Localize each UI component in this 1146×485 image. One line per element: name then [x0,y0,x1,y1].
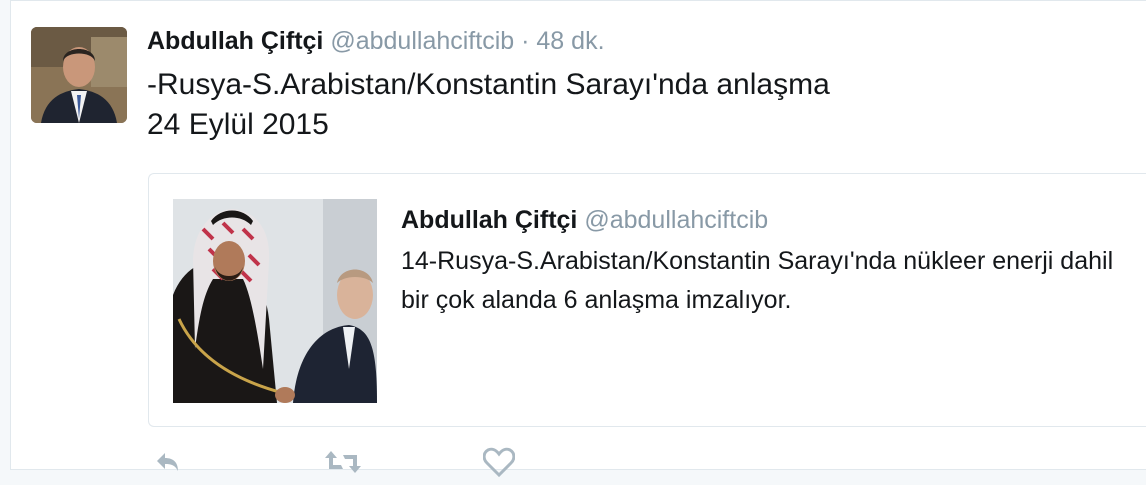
quoted-tweet-text: 14-Rusya-S.Arabistan/Konstantin Sarayı'n… [401,247,1114,314]
avatar-image [31,27,127,123]
quoted-screen-name[interactable]: @abdullahciftcib [584,206,768,234]
tweet-header: Abdullah Çiftçi @abdullahciftcib · 48 dk… [147,25,605,57]
tweet-card[interactable]: Abdullah Çiftçi @abdullahciftcib · 48 dk… [10,0,1146,478]
heart-icon[interactable] [482,447,516,478]
tweet-text-line: 24 Eylül 2015 [147,108,329,141]
photo-image [173,199,377,403]
display-name[interactable]: Abdullah Çiftçi [147,27,323,55]
tweet-text: -Rusya-S.Arabistan/Konstantin Sarayı'nda… [147,65,830,145]
tweet-text-line: -Rusya-S.Arabistan/Konstantin Sarayı'nda… [147,68,830,101]
quoted-display-name[interactable]: Abdullah Çiftçi [401,206,577,234]
screen-name[interactable]: @abdullahciftcib [330,27,514,55]
avatar[interactable] [31,27,127,123]
quoted-tweet[interactable]: Abdullah Çiftçi @abdullahciftcib 14-Rusy… [148,173,1146,427]
retweet-icon[interactable] [323,447,363,477]
tweet-timestamp[interactable]: 48 dk. [536,27,604,55]
header-separator: · [521,27,530,55]
reply-icon[interactable] [153,447,181,477]
quoted-tweet-header: Abdullah Çiftçi @abdullahciftcib [401,204,768,236]
quoted-tweet-photo[interactable] [173,199,377,403]
tweet-actions [147,447,647,478]
